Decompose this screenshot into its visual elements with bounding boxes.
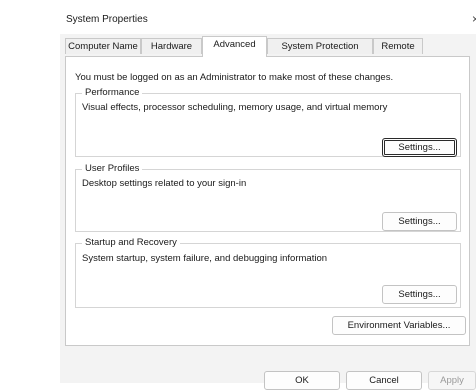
apply-button[interactable]: Apply bbox=[428, 371, 476, 390]
performance-description: Visual effects, processor scheduling, me… bbox=[82, 102, 388, 113]
tab-system-protection[interactable]: System Protection bbox=[267, 38, 373, 54]
user-profiles-description: Desktop settings related to your sign-in bbox=[82, 178, 247, 189]
user-profiles-group-title: User Profiles bbox=[82, 163, 143, 174]
tab-hardware[interactable]: Hardware bbox=[141, 38, 202, 54]
startup-recovery-settings-button[interactable]: Settings... bbox=[382, 285, 457, 304]
close-icon[interactable]: × bbox=[472, 12, 476, 26]
tab-remote[interactable]: Remote bbox=[373, 38, 423, 54]
advanced-tab-panel: You must be logged on as an Administrato… bbox=[65, 56, 470, 346]
performance-group-title: Performance bbox=[82, 87, 143, 98]
ok-button[interactable]: OK bbox=[264, 371, 340, 390]
startup-recovery-description: System startup, system failure, and debu… bbox=[82, 253, 328, 264]
title-bar: System Properties × bbox=[60, 6, 476, 34]
performance-settings-button[interactable]: Settings... bbox=[382, 138, 457, 157]
user-profiles-settings-button[interactable]: Settings... bbox=[382, 212, 457, 231]
cancel-button[interactable]: Cancel bbox=[346, 371, 422, 390]
startup-recovery-group-title: Startup and Recovery bbox=[82, 237, 180, 248]
tab-advanced[interactable]: Advanced bbox=[202, 36, 267, 57]
environment-variables-button[interactable]: Environment Variables... bbox=[332, 316, 466, 335]
system-properties-dialog: System Properties × Computer Name Hardwa… bbox=[60, 6, 476, 390]
startup-recovery-group: Startup and Recovery System startup, sys… bbox=[75, 237, 461, 308]
tab-computer-name[interactable]: Computer Name bbox=[65, 38, 141, 54]
admin-note: You must be logged on as an Administrato… bbox=[75, 72, 394, 83]
dialog-title: System Properties bbox=[66, 14, 148, 25]
user-profiles-group: User Profiles Desktop settings related t… bbox=[75, 163, 461, 232]
performance-group: Performance Visual effects, processor sc… bbox=[75, 87, 461, 157]
